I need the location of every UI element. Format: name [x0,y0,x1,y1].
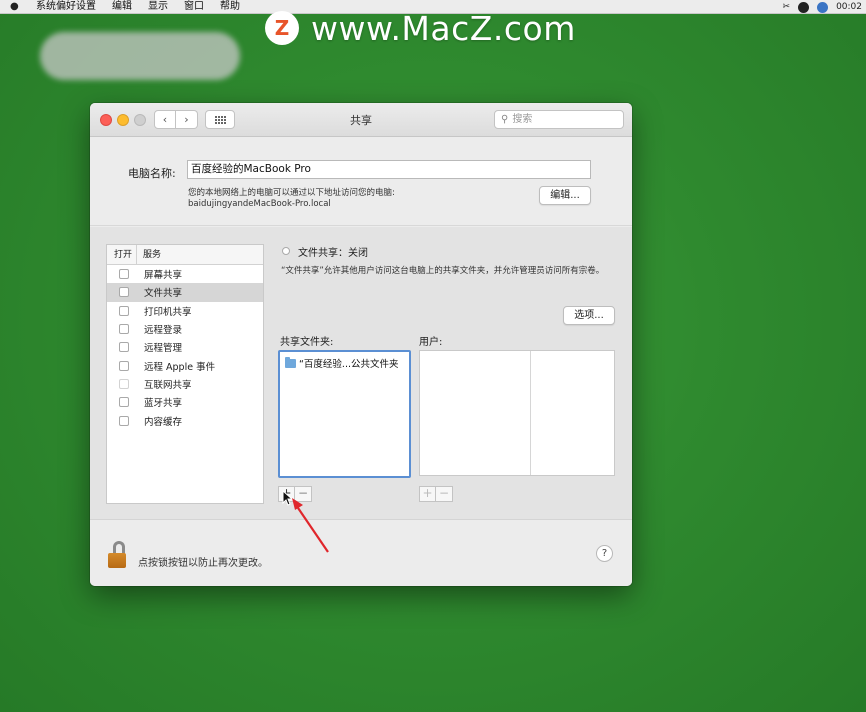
service-label: 远程 Apple 事件 [144,361,216,373]
add-user-button[interactable]: + [419,486,436,502]
users-label: 用户: [419,337,443,348]
service-row-printer-sharing[interactable]: 打印机共享 [107,302,263,320]
service-row-file-sharing[interactable]: 文件共享 [107,283,263,302]
service-label: 蓝牙共享 [144,398,183,410]
users-list[interactable] [419,350,615,476]
blurred-desktop-item [40,32,240,80]
status-icon[interactable] [798,1,810,13]
service-row-remote-apple-events[interactable]: 远程 Apple 事件 [107,356,263,374]
options-button[interactable]: 选项... [563,306,615,325]
column-service[interactable]: 服务 [137,245,161,264]
users-controls: + − [419,486,453,502]
service-label: 远程管理 [144,343,183,355]
watermark-text: www.MacZ.com [311,8,576,48]
service-row-remote-management[interactable]: 远程管理 [107,338,263,356]
service-label: 屏幕共享 [144,270,183,282]
remove-user-button[interactable]: − [436,486,453,502]
menu-system-preferences[interactable]: 系统偏好设置 [36,0,96,14]
wifi-icon[interactable] [817,1,829,13]
menu-help[interactable]: 帮助 [220,0,240,14]
computer-name-field[interactable]: 百度经验的MacBook Pro [187,160,591,179]
status-indicator [282,247,290,255]
services-list-header: 打开 服务 [107,245,263,265]
service-row-content-caching[interactable]: 内容缓存 [107,411,263,429]
service-checkbox[interactable] [119,378,129,389]
service-row-remote-login[interactable]: 远程登录 [107,320,263,338]
service-checkbox[interactable] [119,342,129,353]
service-checkbox[interactable] [119,287,129,298]
service-label: 内容缓存 [144,416,183,428]
lock-text: 点按锁按钮以防止再次更改。 [138,558,268,569]
service-row-screen-sharing[interactable]: 屏幕共享 [107,265,263,283]
service-label: 打印机共享 [144,306,192,318]
services-section: 打开 服务 屏幕共享 文件共享 打印机共享 远程登录 远程管理 远程 Apple… [90,227,632,519]
shared-folder-item[interactable]: “百度经验...公共文件夹 [285,356,398,370]
menu-window[interactable]: 窗口 [184,0,204,14]
users-column-divider [530,351,531,475]
watermark-logo-icon: Z [265,11,299,45]
shared-folder-label: “百度经验...公共文件夹 [299,359,399,370]
menu-clock[interactable]: 00:02 [836,0,862,14]
column-on[interactable]: 打开 [107,245,137,264]
services-list: 打开 服务 屏幕共享 文件共享 打印机共享 远程登录 远程管理 远程 Apple… [106,244,264,504]
service-checkbox[interactable] [119,360,129,371]
folder-icon [285,356,296,368]
service-row-bluetooth-sharing[interactable]: 蓝牙共享 [107,393,263,411]
menu-extras: ✂ 00:02 [783,0,862,14]
shared-folders-list[interactable]: “百度经验...公共文件夹 [278,350,411,478]
service-checkbox[interactable] [119,269,129,280]
menu-edit[interactable]: 编辑 [112,0,132,14]
service-label: 远程登录 [144,325,183,337]
edit-button[interactable]: 编辑... [539,186,591,205]
search-field[interactable]: ⚲ 搜索 [494,110,624,129]
scissors-icon[interactable]: ✂ [783,0,791,14]
service-checkbox[interactable] [119,415,129,426]
service-checkbox[interactable] [119,324,129,335]
shared-folders-label: 共享文件夹: [280,337,334,348]
service-checkbox[interactable] [119,305,129,316]
apple-icon[interactable]: ● [10,0,22,14]
service-checkbox[interactable] [119,397,129,408]
menu-view[interactable]: 显示 [148,0,168,14]
file-sharing-status: 文件共享：关闭 [298,248,368,259]
service-row-internet-sharing[interactable]: 互联网共享 [107,375,263,393]
title-bar: ‹ › 共享 ⚲ 搜索 [90,103,632,137]
watermark: Z www.MacZ.com [265,8,576,48]
local-hostname: baidujingyandeMacBook-Pro.local [188,199,331,209]
sharing-window: ‹ › 共享 ⚲ 搜索 电脑名称: 百度经验的MacBook Pro 您的本地网络… [90,103,632,586]
search-icon: ⚲ [501,114,509,125]
annotation-arrow-icon [292,498,329,553]
service-label: 互联网共享 [144,379,192,391]
search-placeholder: 搜索 [512,114,533,125]
computer-name-label: 电脑名称: [128,167,176,180]
footer: 点按锁按钮以防止再次更改。 ? [90,519,632,586]
address-note: 您的本地网络上的电脑可以通过以下地址访问您的电脑: [188,188,395,198]
computer-name-section: 电脑名称: 百度经验的MacBook Pro 您的本地网络上的电脑可以通过以下地… [90,138,632,226]
file-sharing-description: “文件共享”允许其他用户访问这台电脑上的共享文件夹，并允许管理员访问所有宗卷。 [281,266,605,276]
service-label: 文件共享 [144,288,183,300]
help-button[interactable]: ? [596,545,613,562]
lock-icon[interactable] [108,541,128,569]
